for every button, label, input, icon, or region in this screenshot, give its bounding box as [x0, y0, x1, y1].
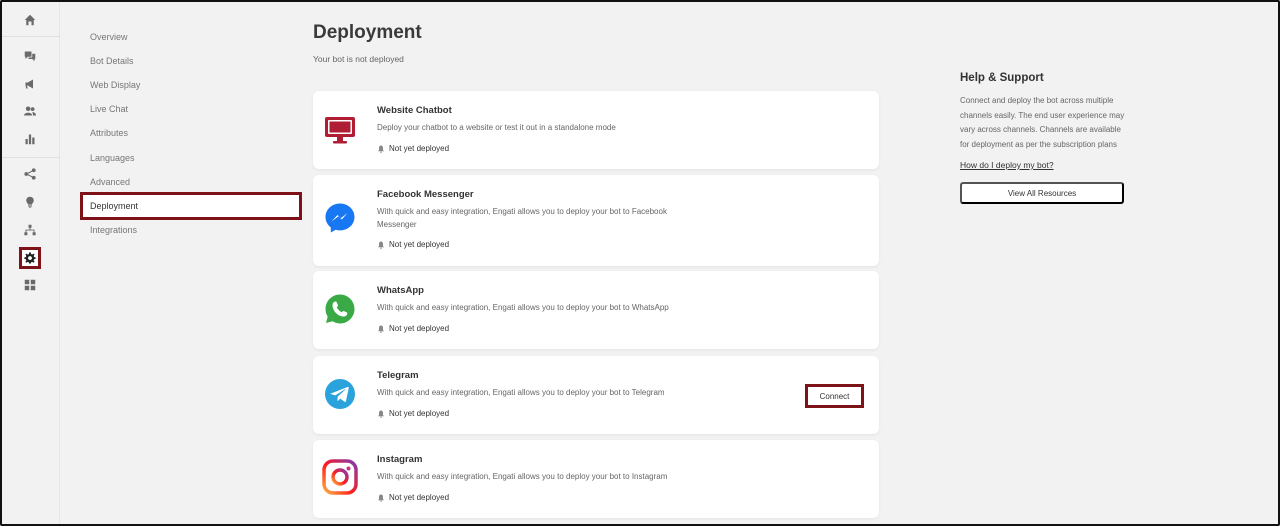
- view-all-resources-button[interactable]: View All Resources: [960, 182, 1124, 204]
- deploy-status: Not yet deployed: [377, 493, 449, 502]
- channel-description: With quick and easy integration, Engati …: [377, 388, 665, 397]
- deployment-status-text: Your bot is not deployed: [313, 54, 404, 64]
- channel-title: Facebook Messenger: [377, 189, 474, 200]
- page-title: Deployment: [313, 22, 422, 43]
- deploy-status: Not yet deployed: [377, 240, 449, 249]
- channel-title: Website Chatbot: [377, 105, 452, 116]
- rail-divider: [0, 157, 60, 158]
- subnav-item-advanced[interactable]: Advanced: [90, 177, 130, 187]
- deploy-status: Not yet deployed: [377, 324, 449, 333]
- channel-card-website-chatbot[interactable]: Website Chatbot Deploy your chatbot to a…: [313, 91, 879, 169]
- help-text: Connect and deploy the bot across multip…: [960, 96, 1125, 149]
- bell-icon: [378, 241, 384, 249]
- rail-divider: [0, 36, 60, 37]
- channel-title: Telegram: [377, 370, 419, 381]
- deploy-status-text: Not yet deployed: [389, 324, 450, 333]
- bar-chart-icon[interactable]: [19, 128, 41, 150]
- subnav-item-integrations[interactable]: Integrations: [90, 225, 137, 235]
- instagram-icon: [322, 459, 358, 495]
- channel-description: With quick and easy integration, Engati …: [377, 472, 668, 481]
- help-title: Help & Support: [960, 72, 1044, 84]
- deploy-status-text: Not yet deployed: [389, 240, 450, 249]
- channel-title: WhatsApp: [377, 285, 424, 296]
- chat-icon[interactable]: [19, 45, 41, 67]
- subnav-item-live-chat[interactable]: Live Chat: [90, 104, 128, 114]
- bell-icon: [378, 325, 384, 333]
- users-icon[interactable]: [19, 100, 41, 122]
- icon-rail: [0, 0, 60, 526]
- monitor-icon: [322, 112, 358, 148]
- channel-card-whatsapp[interactable]: WhatsApp With quick and easy integration…: [313, 271, 879, 349]
- channel-card-instagram[interactable]: Instagram With quick and easy integratio…: [313, 440, 879, 518]
- deploy-status: Not yet deployed: [377, 144, 449, 153]
- bell-icon: [378, 494, 384, 502]
- channel-card-facebook-messenger[interactable]: Facebook Messenger With quick and easy i…: [313, 175, 879, 266]
- channel-description: With quick and easy integration, Engati …: [377, 303, 669, 312]
- deploy-status-text: Not yet deployed: [389, 144, 450, 153]
- megaphone-icon[interactable]: [19, 73, 41, 95]
- subnav-item-bot-details[interactable]: Bot Details: [90, 56, 134, 66]
- lightbulb-icon[interactable]: [19, 191, 41, 213]
- subnav-item-web-display[interactable]: Web Display: [90, 80, 140, 90]
- messenger-icon: [322, 200, 358, 236]
- settings-subnav: Overview Bot Details Web Display Live Ch…: [70, 0, 310, 526]
- gear-icon[interactable]: [19, 247, 41, 269]
- deploy-status-text: Not yet deployed: [389, 409, 450, 418]
- help-deploy-link[interactable]: How do I deploy my bot?: [960, 160, 1054, 170]
- hierarchy-icon[interactable]: [19, 219, 41, 241]
- channel-card-telegram[interactable]: Telegram With quick and easy integration…: [313, 356, 879, 434]
- bell-icon: [378, 145, 384, 153]
- grid-icon[interactable]: [19, 274, 41, 296]
- whatsapp-icon: [322, 291, 358, 327]
- deploy-status-text: Not yet deployed: [389, 493, 450, 502]
- home-icon[interactable]: [19, 9, 41, 31]
- telegram-icon: [322, 376, 358, 412]
- subnav-item-languages[interactable]: Languages: [90, 153, 135, 163]
- bell-icon: [378, 410, 384, 418]
- channel-description: With quick and easy integration, Engati …: [377, 207, 667, 229]
- subnav-item-attributes[interactable]: Attributes: [90, 128, 128, 138]
- subnav-item-deployment[interactable]: Deployment: [80, 192, 302, 220]
- deploy-status: Not yet deployed: [377, 409, 449, 418]
- connect-button[interactable]: Connect: [805, 384, 864, 408]
- share-icon[interactable]: [19, 163, 41, 185]
- subnav-item-overview[interactable]: Overview: [90, 32, 128, 42]
- channel-description: Deploy your chatbot to a website or test…: [377, 123, 616, 132]
- channel-title: Instagram: [377, 454, 423, 465]
